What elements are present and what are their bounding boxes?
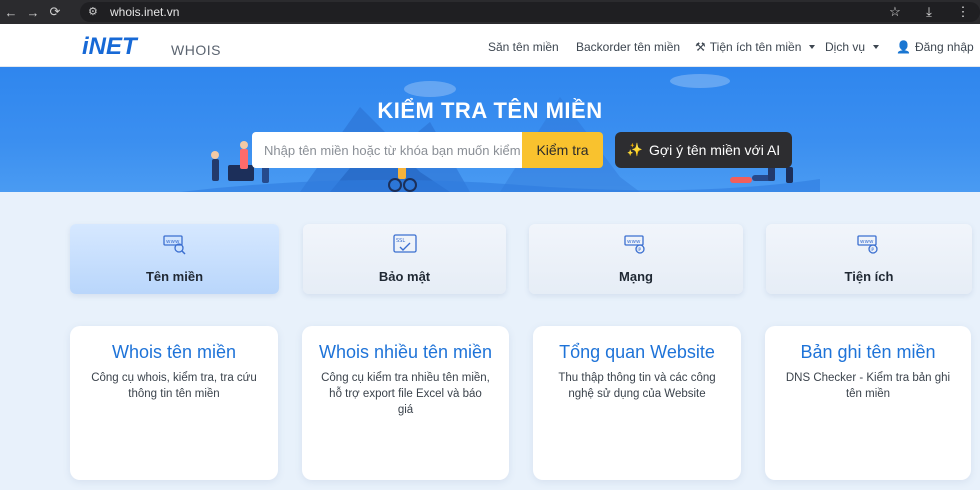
category-label: Bảo mật [378, 269, 431, 284]
svg-text:IP: IP [638, 247, 642, 252]
svg-text:SSL: SSL [396, 238, 405, 244]
card-description: Thu thập thông tin và các công nghệ sử d… [558, 372, 716, 400]
card-title: Whois nhiều tên miền [318, 342, 493, 362]
banner-illustration [180, 74, 820, 192]
category-ten-mien[interactable]: www Tên miền [70, 224, 279, 294]
check-domain-button[interactable]: Kiểm tra [522, 132, 603, 168]
ai-button-label: Gợi ý tên miền với AI [649, 142, 781, 158]
card-description: Công cụ kiểm tra nhiều tên miền, hỗ trợ … [321, 372, 490, 416]
card-whois-ten-mien[interactable]: Whois tên miền Công cụ whois, kiểm tra, … [70, 326, 278, 480]
card-title: Tổng quan Website [559, 342, 715, 362]
nav-backorder[interactable]: Backorder tên miền [576, 40, 680, 54]
nav-san-ten-mien[interactable]: Săn tên miền [488, 40, 559, 54]
svg-text:www: www [627, 239, 641, 245]
card-title: Bản ghi tên miền [800, 342, 936, 362]
site-settings-icon[interactable]: ⚙ [88, 6, 102, 18]
address-bar[interactable]: ⚙ whois.inet.vn [80, 2, 980, 22]
chevron-down-icon [809, 45, 816, 49]
browser-toolbar: ← → ⟳ ⚙ whois.inet.vn ☆ ⤓ ⋮ [0, 0, 980, 24]
category-label: Tên miền [145, 269, 204, 284]
category-label: Mạng [619, 269, 653, 284]
nav-label: Săn tên miền [488, 40, 559, 54]
card-whois-nhieu-ten-mien[interactable]: Whois nhiều tên miền Công cụ kiểm tra nh… [302, 326, 509, 480]
card-description: Công cụ whois, kiểm tra, tra cứu thông t… [91, 372, 257, 400]
nav-label: Backorder tên miền [576, 40, 681, 54]
ai-suggest-button[interactable]: ✨ Gợi ý tên miền với AI [615, 132, 792, 168]
nav-label: Đăng nhập [914, 40, 974, 54]
nav-label: Tiện ích tên miền [709, 40, 802, 54]
banner-title: KIỂM TRA TÊN MIỀN [377, 98, 603, 123]
www-ip-icon: www IP [857, 235, 878, 254]
url-text: whois.inet.vn [110, 5, 180, 19]
nav-label: Dịch vụ [825, 40, 866, 54]
arrow-left-icon[interactable]: ← [0, 0, 22, 24]
svg-text:IP: IP [871, 247, 875, 252]
category-label: Tiện ích [844, 269, 894, 284]
www-search-icon: www [162, 235, 186, 255]
download-icon[interactable]: ⤓ [912, 4, 946, 20]
domain-search-input[interactable] [252, 132, 522, 168]
reload-icon[interactable]: ⟳ [44, 0, 66, 24]
inet-logo[interactable]: iNET [82, 33, 137, 61]
svg-text:www: www [860, 239, 874, 245]
hero-banner: KIỂM TRA TÊN MIỀN Kiểm tra ✨ Gợi ý tên m… [0, 67, 980, 192]
browser-actions: ☆ ⤓ ⋮ [878, 0, 980, 24]
card-ban-ghi-ten-mien[interactable]: Bản ghi tên miền DNS Checker - Kiểm tra … [765, 326, 971, 480]
card-tong-quan-website[interactable]: Tổng quan Website Thu thập thông tin và … [533, 326, 741, 480]
category-bao-mat[interactable]: SSL Bảo mật [303, 224, 506, 294]
card-description: DNS Checker - Kiểm tra bản ghi tên miền [785, 372, 951, 400]
category-mang[interactable]: www IP Mạng [529, 224, 743, 294]
card-title: Whois tên miền [111, 342, 237, 362]
arrow-right-icon[interactable]: → [22, 0, 44, 24]
sparkle-icon: ✨ [626, 142, 643, 157]
nav-tien-ich[interactable]: ⚒ Tiện ích tên miền [695, 40, 816, 54]
kebab-menu-icon[interactable]: ⋮ [946, 4, 980, 20]
logo-subtitle: WHOIS [171, 42, 221, 58]
category-tien-ich[interactable]: www IP Tiện ích [766, 224, 972, 294]
nav-dang-nhap[interactable]: 👤 Đăng nhập [896, 40, 974, 54]
star-icon[interactable]: ☆ [878, 4, 912, 20]
site-header: iNET WHOIS Săn tên miền Backorder tên mi… [0, 24, 980, 67]
nav-dich-vu[interactable]: Dịch vụ [825, 40, 880, 54]
www-ip-icon: www IP [624, 235, 645, 254]
ssl-icon: SSL [392, 234, 417, 253]
wrench-icon: ⚒ [695, 40, 706, 54]
chevron-down-icon [873, 45, 880, 49]
user-icon: 👤 [896, 40, 911, 54]
